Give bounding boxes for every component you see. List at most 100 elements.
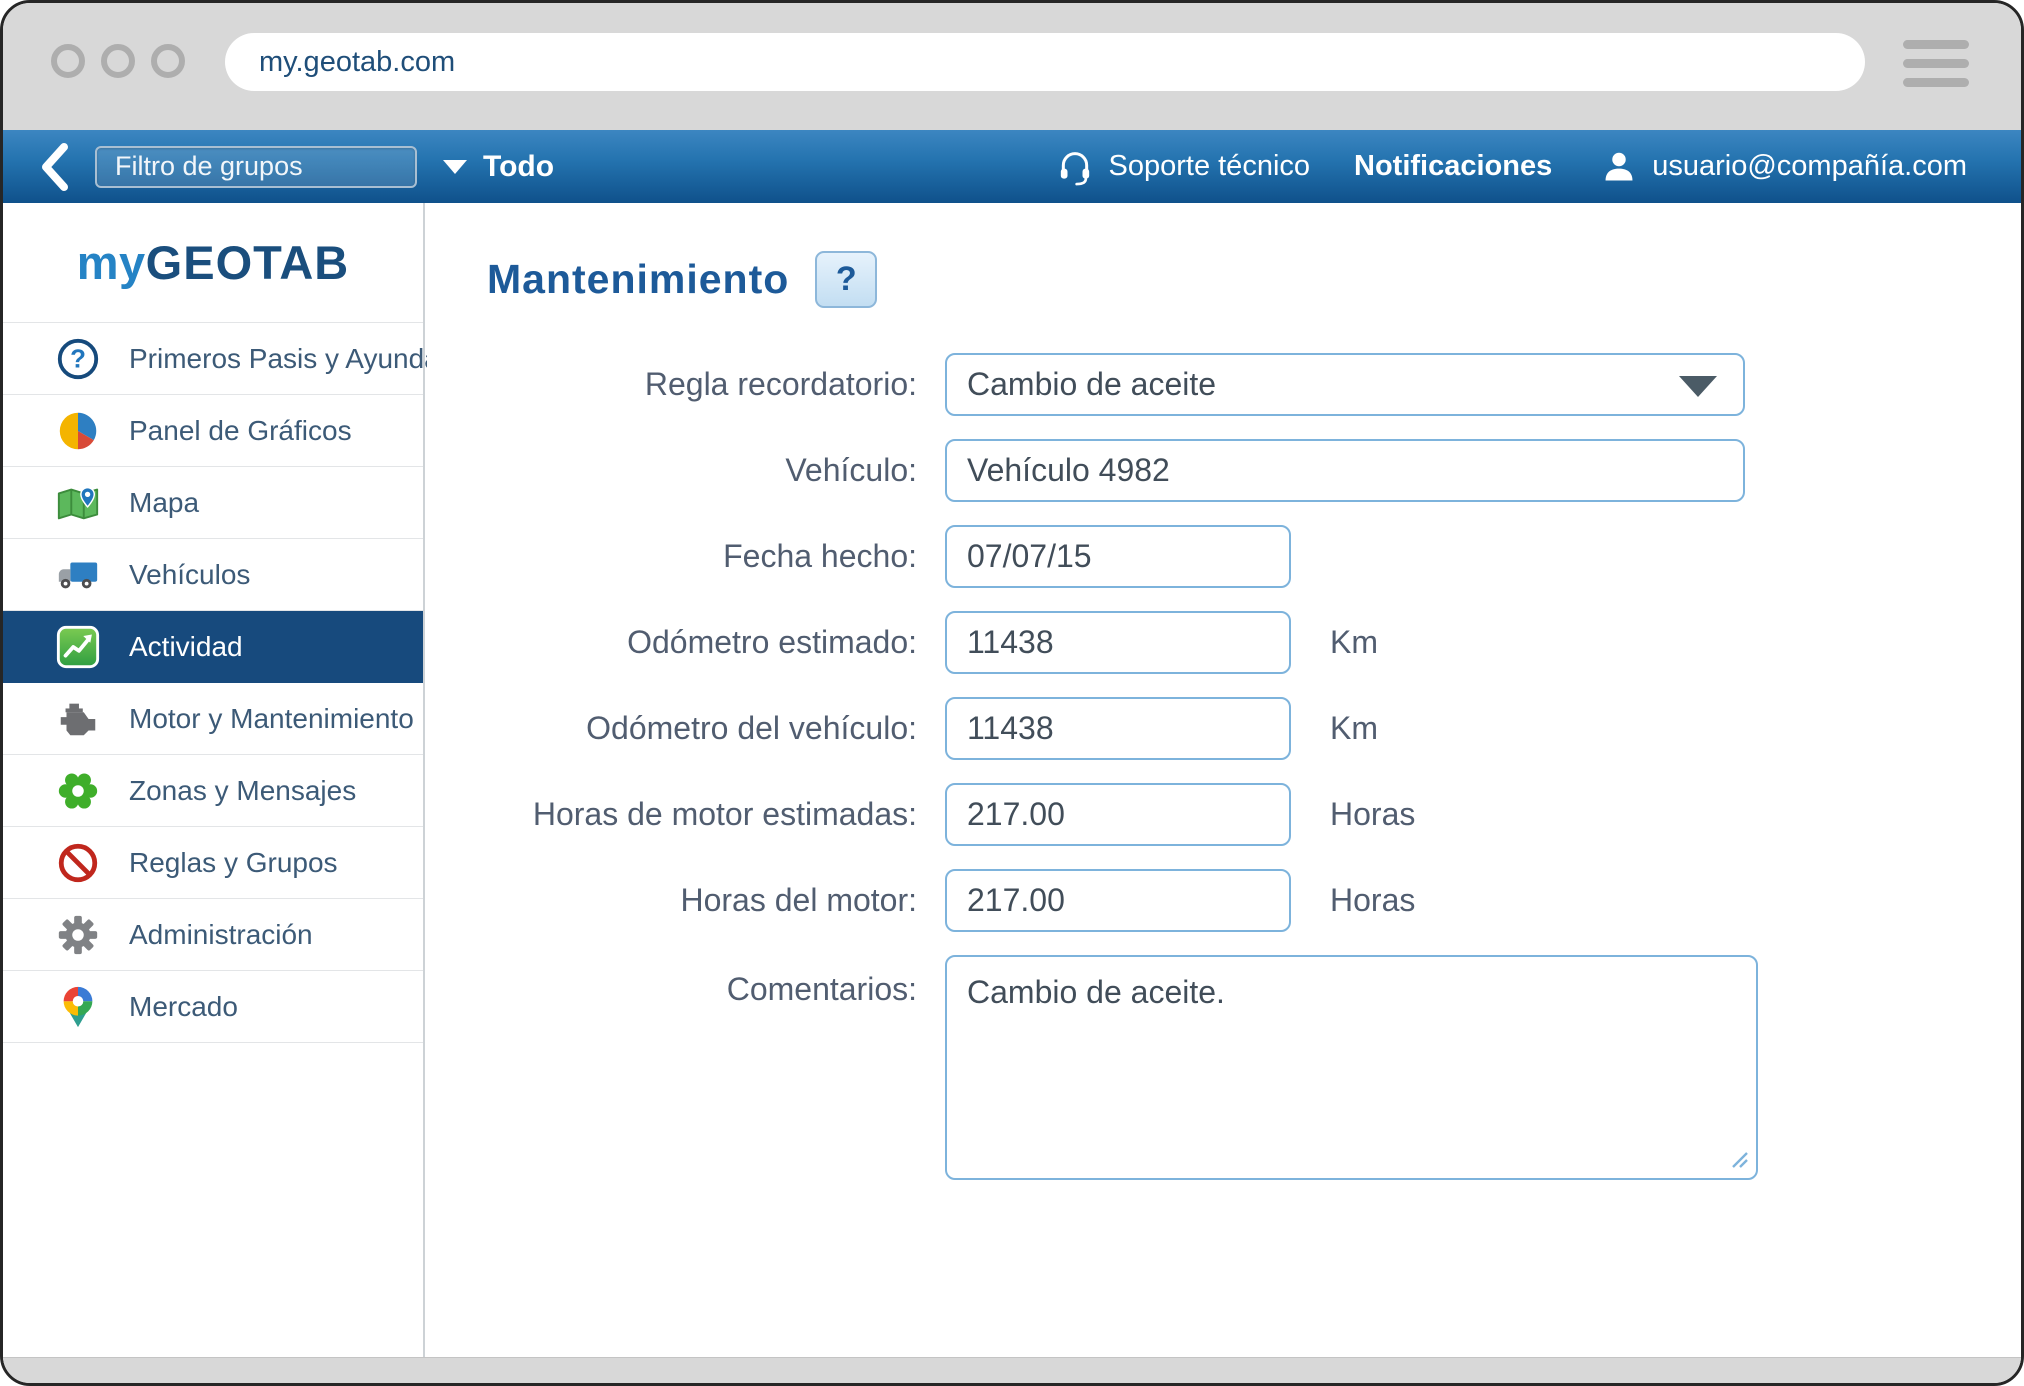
prohibition-icon <box>55 840 101 886</box>
sidebar-item-rules-groups[interactable]: Reglas y Grupos <box>3 827 423 899</box>
field-label: Horas del motor: <box>427 882 945 919</box>
sidebar-item-label: Mercado <box>129 991 238 1023</box>
sidebar-item-label: Mapa <box>129 487 199 519</box>
user-icon <box>1600 148 1638 186</box>
sidebar: myGEOTAB ? Primeros Pasis y Ayunda <box>3 203 425 1363</box>
unit-label: Horas <box>1330 796 1415 833</box>
truck-icon <box>55 552 101 598</box>
field-label: Odómetro del vehículo: <box>427 710 945 747</box>
sidebar-menu: ? Primeros Pasis y Ayunda Panel de Gráfi… <box>3 322 423 1043</box>
sidebar-item-label: Motor y Mantenimiento <box>129 703 414 735</box>
gear-icon <box>55 912 101 958</box>
comments-textarea[interactable]: Cambio de aceite. <box>945 955 1758 1180</box>
window-controls <box>51 44 185 78</box>
window-control-dot[interactable] <box>151 44 185 78</box>
odometer-estimated-input[interactable] <box>945 611 1291 674</box>
pie-chart-icon <box>55 408 101 454</box>
sidebar-item-label: Primeros Pasis y Ayunda <box>129 343 440 375</box>
back-button[interactable] <box>39 139 79 195</box>
map-icon <box>55 480 101 526</box>
sidebar-item-label: Actividad <box>129 631 243 663</box>
browser-window: my.geotab.com Filtro de grupos Todo <box>0 0 2024 1386</box>
form-row: Vehículo: <box>427 439 1758 502</box>
activity-chart-icon <box>55 624 101 670</box>
menu-icon[interactable] <box>1903 40 1969 87</box>
logo: myGEOTAB <box>3 203 423 322</box>
sidebar-item-vehicles[interactable]: Vehículos <box>3 539 423 611</box>
sidebar-item-help[interactable]: ? Primeros Pasis y Ayunda <box>3 323 423 395</box>
top-nav: Filtro de grupos Todo Soporte técnico No… <box>3 130 2021 203</box>
sidebar-item-label: Panel de Gráficos <box>129 415 352 447</box>
svg-text:?: ? <box>70 345 86 373</box>
sidebar-item-engine-maintenance[interactable]: Motor y Mantenimiento <box>3 683 423 755</box>
field-label: Vehículo: <box>427 452 945 489</box>
logo-geotab: GEOTAB <box>146 235 350 290</box>
scope-dropdown[interactable]: Todo <box>443 150 554 184</box>
marketplace-pin-icon <box>55 984 101 1030</box>
form-row: Regla recordatorio: Cambio de aceite <box>427 353 1758 416</box>
field-label: Odómetro estimado: <box>427 624 945 661</box>
window-control-dot[interactable] <box>101 44 135 78</box>
user-menu[interactable]: usuario@compañía.com <box>1600 148 1967 186</box>
chevron-left-icon <box>39 142 71 192</box>
sidebar-item-map[interactable]: Mapa <box>3 467 423 539</box>
sidebar-item-label: Vehículos <box>129 559 250 591</box>
help-button[interactable]: ? <box>815 251 877 308</box>
user-email: usuario@compañía.com <box>1652 150 1967 183</box>
url-text: my.geotab.com <box>259 46 455 79</box>
engine-icon <box>55 696 101 742</box>
form-row: Fecha hecho: <box>427 525 1758 588</box>
sidebar-item-activity[interactable]: Actividad <box>3 611 423 683</box>
field-label: Horas de motor estimadas: <box>427 796 945 833</box>
browser-chrome: my.geotab.com <box>3 3 2021 130</box>
vehicle-input[interactable] <box>945 439 1745 502</box>
group-filter-box[interactable]: Filtro de grupos <box>95 146 417 188</box>
chevron-down-icon <box>443 160 467 174</box>
comments-wrapper: Cambio de aceite. <box>945 955 1758 1180</box>
reminder-rule-select[interactable]: Cambio de aceite <box>945 353 1745 416</box>
sidebar-item-marketplace[interactable]: Mercado <box>3 971 423 1043</box>
sidebar-item-administration[interactable]: Administración <box>3 899 423 971</box>
sidebar-item-zones-messages[interactable]: Zonas y Mensajes <box>3 755 423 827</box>
group-filter-label: Filtro de grupos <box>115 151 303 182</box>
help-circle-icon: ? <box>55 336 101 382</box>
support-link[interactable]: Soporte técnico <box>1055 147 1311 187</box>
unit-label: Horas <box>1330 882 1415 919</box>
window-control-dot[interactable] <box>51 44 85 78</box>
field-label: Comentarios: <box>427 955 945 1008</box>
form-row: Horas de motor estimadas: Horas <box>427 783 1758 846</box>
sidebar-item-label: Administración <box>129 919 313 951</box>
chevron-down-icon <box>1679 376 1717 397</box>
logo-my: my <box>77 235 146 290</box>
form-row: Comentarios: Cambio de aceite. <box>427 955 1758 1180</box>
engine-hours-estimated-input[interactable] <box>945 783 1291 846</box>
help-button-label: ? <box>836 260 857 299</box>
sidebar-item-dashboard[interactable]: Panel de Gráficos <box>3 395 423 467</box>
main-content: Mantenimiento ? Regla recordatorio: Camb… <box>427 203 2021 1363</box>
title-row: Mantenimiento ? <box>487 251 877 308</box>
odometer-vehicle-input[interactable] <box>945 697 1291 760</box>
unit-label: Km <box>1330 624 1378 661</box>
resize-handle-icon[interactable] <box>1731 1151 1749 1169</box>
engine-hours-input[interactable] <box>945 869 1291 932</box>
maintenance-form: Regla recordatorio: Cambio de aceite Veh… <box>427 353 1758 1180</box>
sidebar-item-label: Reglas y Grupos <box>129 847 338 879</box>
page-title: Mantenimiento <box>487 256 789 303</box>
form-row: Odómetro estimado: Km <box>427 611 1758 674</box>
headset-icon <box>1055 147 1095 187</box>
scope-label: Todo <box>483 150 554 184</box>
zone-cog-icon <box>55 768 101 814</box>
notifications-link[interactable]: Notificaciones <box>1354 150 1552 183</box>
sidebar-item-label: Zonas y Mensajes <box>129 775 356 807</box>
notifications-label: Notificaciones <box>1354 150 1552 183</box>
reminder-rule-value: Cambio de aceite <box>967 366 1216 403</box>
form-row: Odómetro del vehículo: Km <box>427 697 1758 760</box>
url-bar[interactable]: my.geotab.com <box>225 33 1865 91</box>
form-row: Horas del motor: Horas <box>427 869 1758 932</box>
support-label: Soporte técnico <box>1109 150 1311 183</box>
field-label: Regla recordatorio: <box>427 366 945 403</box>
date-done-input[interactable] <box>945 525 1291 588</box>
bottom-bar <box>3 1357 2021 1383</box>
unit-label: Km <box>1330 710 1378 747</box>
field-label: Fecha hecho: <box>427 538 945 575</box>
